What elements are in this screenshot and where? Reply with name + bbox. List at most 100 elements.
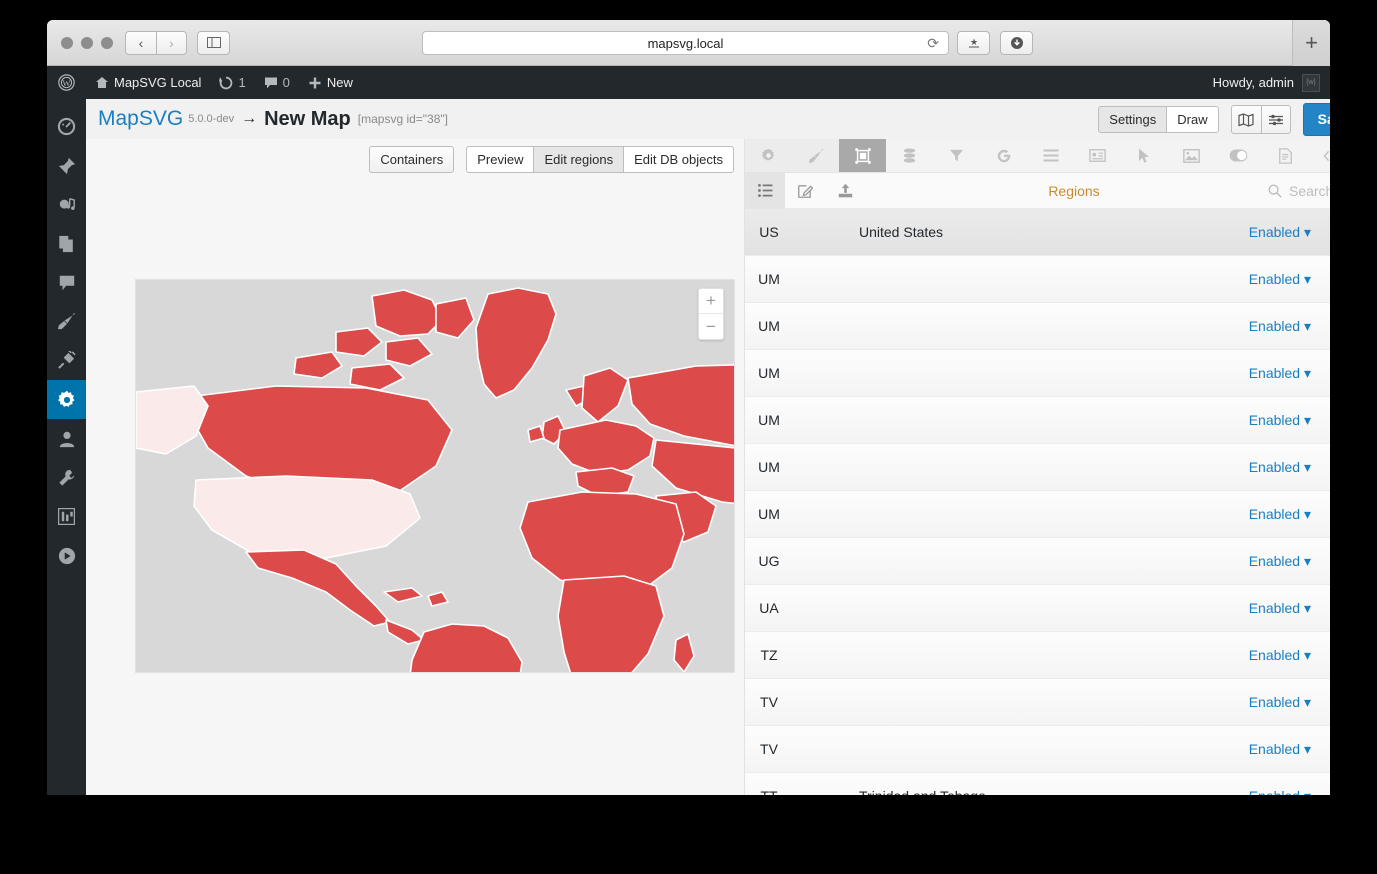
close-window-button[interactable] [61,37,73,49]
settings-button[interactable]: Settings [1098,106,1166,133]
map-view-button[interactable] [1231,105,1261,134]
tab-filters[interactable] [933,139,980,172]
sidebar-item-comments[interactable] [47,263,86,302]
sidebar-item-posts[interactable] [47,146,86,185]
bookmark-button[interactable]: ★ [957,31,990,55]
zoom-in-button[interactable]: + [699,289,723,314]
table-row[interactable]: UMEnabled ▾ [745,397,1330,444]
sidebar-item-appearance[interactable] [47,302,86,341]
sidebar-item-users[interactable] [47,419,86,458]
edit-region-button[interactable] [785,173,825,209]
google-icon [996,148,1012,164]
tab-preview[interactable]: Preview [466,146,533,173]
tab-database[interactable] [886,139,933,172]
status-badge[interactable]: Enabled ▾ [1249,412,1311,429]
list-view-button[interactable] [745,173,785,209]
new-content-button[interactable]: New [299,66,362,99]
minimize-window-button[interactable] [81,37,93,49]
status-badge[interactable]: Enabled ▾ [1249,365,1311,382]
status-badge[interactable]: Enabled ▾ [1249,506,1311,523]
maximize-window-button[interactable] [101,37,113,49]
sidebar-item-pages[interactable] [47,224,86,263]
plus-icon [308,76,322,90]
breadcrumb-arrow: → [241,110,257,128]
back-button[interactable]: ‹ [125,31,156,55]
containers-button[interactable]: Containers [369,146,454,173]
table-row[interactable]: UMEnabled ▾ [745,256,1330,303]
sidebar-item-tools[interactable] [47,458,86,497]
tab-regions[interactable] [839,139,886,172]
table-row[interactable]: USUnited StatesEnabled ▾ [745,209,1330,256]
play-circle-icon [58,547,76,565]
tab-events[interactable] [1121,139,1168,172]
tab-popover[interactable] [1262,139,1309,172]
tab-menu[interactable] [1027,139,1074,172]
upload-button[interactable] [825,173,865,209]
sidebar-item-media[interactable] [47,185,86,224]
save-button[interactable]: Save⌘S [1303,103,1330,136]
status-badge[interactable]: Enabled ▾ [1249,271,1311,288]
draw-button[interactable]: Draw [1166,106,1218,133]
search-input[interactable]: Search... [1289,183,1330,199]
zoom-out-button[interactable]: − [699,314,723,339]
status-badge[interactable]: Enabled ▾ [1249,694,1311,711]
status-badge[interactable]: Enabled ▾ [1249,741,1311,758]
regions-panel: Regions Search... [744,139,1330,795]
status-badge[interactable]: Enabled ▾ [1249,647,1311,664]
howdy-menu[interactable]: Howdy, admin {w} [1213,74,1320,92]
updates-button[interactable]: 1 [210,66,254,99]
table-row[interactable]: TZEnabled ▾ [745,632,1330,679]
regions-list[interactable]: USUnited StatesEnabled ▾UMEnabled ▾UMEna… [745,209,1330,795]
table-row[interactable]: UMEnabled ▾ [745,491,1330,538]
map-canvas[interactable]: + − [135,279,735,673]
options-view-button[interactable] [1261,105,1291,134]
comments-button[interactable]: 0 [255,66,299,99]
table-row[interactable]: UMEnabled ▾ [745,303,1330,350]
forward-button[interactable]: › [156,31,187,55]
reload-icon[interactable]: ⟳ [927,35,939,52]
chrome-right-buttons: ★ [957,31,1033,55]
tab-images[interactable] [1168,139,1215,172]
status-badge[interactable]: Enabled ▾ [1249,600,1311,617]
status-badge[interactable]: Enabled ▾ [1249,553,1311,570]
table-row[interactable]: TVEnabled ▾ [745,679,1330,726]
search-box[interactable]: Search... [1268,183,1330,199]
tab-settings[interactable] [745,139,792,172]
table-row[interactable]: UMEnabled ▾ [745,350,1330,397]
status-badge[interactable]: Enabled ▾ [1249,318,1311,335]
site-name-button[interactable]: MapSVG Local [86,66,210,99]
new-tab-label: + [1305,30,1318,56]
tab-edit-db-objects[interactable]: Edit DB objects [623,146,734,173]
table-row[interactable]: TTTrinidad and TobagoEnabled ▾ [745,773,1330,795]
table-row[interactable]: TVEnabled ▾ [745,726,1330,773]
tab-edit-regions[interactable]: Edit regions [533,146,623,173]
region-id: UG [745,553,793,569]
region-id: US [745,224,793,240]
tab-details[interactable] [1074,139,1121,172]
window-controls[interactable] [61,37,113,49]
new-tab-button[interactable]: + [1292,20,1330,66]
tab-toggle[interactable] [1215,139,1262,172]
sidebar-item-options[interactable] [47,497,86,536]
address-bar[interactable]: mapsvg.local ⟳ [422,31,949,55]
sidebar-item-dashboard[interactable] [47,107,86,146]
sidebar-item-plugins[interactable] [47,341,86,380]
map-icon [1238,113,1254,127]
wp-body: MapSVG 5.0.0-dev → New Map [mapsvg id="3… [47,99,1330,795]
world-map-svg[interactable] [136,280,735,673]
status-badge[interactable]: Enabled ▾ [1249,459,1311,476]
table-row[interactable]: UG Enabled ▾ [745,538,1330,585]
wp-logo-button[interactable]: W [47,66,86,99]
status-badge[interactable]: Enabled ▾ [1249,788,1311,796]
tab-styles[interactable] [792,139,839,172]
table-row[interactable]: UMEnabled ▾ [745,444,1330,491]
sidebar-item-settings[interactable] [47,380,86,419]
shortcode-label: [mapsvg id="38"] [358,112,448,126]
status-badge[interactable]: Enabled ▾ [1249,224,1311,241]
sidebar-item-collapse[interactable] [47,536,86,575]
download-button[interactable] [1000,31,1033,55]
sidebar-toggle-button[interactable] [197,31,230,55]
tab-google[interactable] [980,139,1027,172]
table-row[interactable]: UAEnabled ▾ [745,585,1330,632]
tab-code[interactable] [1309,139,1330,172]
